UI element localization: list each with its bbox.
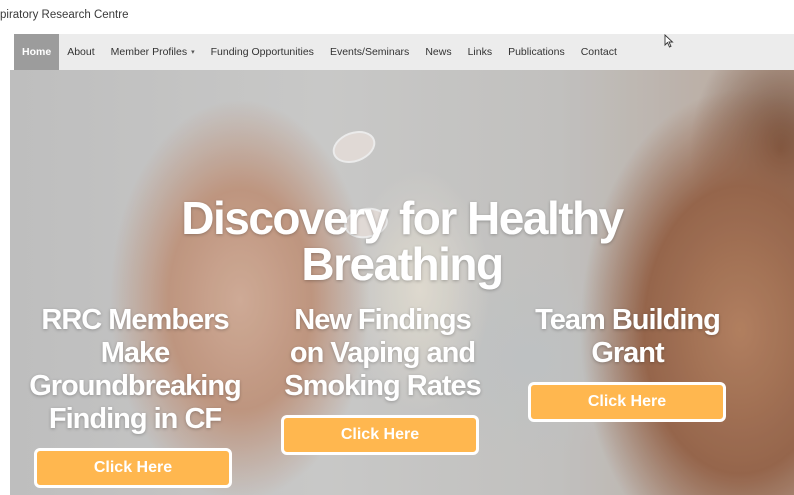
slide-heading-team-building: Team Building Grant	[515, 304, 740, 370]
nav-label: Publications	[508, 46, 565, 58]
mouse-pointer-icon	[664, 34, 674, 48]
nav-item-events-seminars[interactable]: Events/Seminars	[322, 34, 417, 70]
slide-heading-line: Team Building	[535, 304, 721, 336]
nav-label: Links	[467, 46, 493, 58]
nav-label: Home	[22, 46, 52, 58]
caret-down-icon: ▾	[191, 49, 195, 56]
slide-heading-rrc-members: RRC Members Make Groundbreaking Finding …	[10, 304, 260, 436]
nav-label: Funding Opportunities	[210, 46, 314, 58]
slide-heading-line: Finding in CF	[48, 403, 222, 435]
nav-label: Member Profiles	[110, 46, 188, 58]
slide-heading-line: Smoking Rates	[284, 370, 481, 402]
main-nav: Home About Member Profiles ▾ Funding Opp…	[14, 34, 794, 70]
nav-item-home[interactable]: Home	[14, 34, 60, 70]
nav-item-links[interactable]: Links	[460, 34, 501, 70]
slide-heading-line: RRC Members	[41, 304, 229, 336]
nav-item-about[interactable]: About	[59, 34, 102, 70]
slide-heading-line: Grant	[591, 337, 664, 369]
hero-carousel: Discovery for Healthy Breathing RRC Memb…	[10, 70, 794, 495]
nav-label: Events/Seminars	[329, 46, 410, 58]
slide-heading-line: Groundbreaking	[29, 370, 242, 402]
nav-label: About	[67, 46, 95, 58]
nav-item-contact[interactable]: Contact	[573, 34, 625, 70]
nav-item-funding-opportunities[interactable]: Funding Opportunities	[203, 34, 322, 70]
nav-item-member-profiles[interactable]: Member Profiles ▾	[103, 34, 203, 70]
nav-item-news[interactable]: News	[417, 34, 459, 70]
hero-headline-line: Breathing	[301, 238, 504, 290]
slide-heading-line: on Vaping and	[289, 337, 476, 369]
nav-label: News	[425, 46, 452, 58]
click-here-button-vaping[interactable]: Click Here	[281, 415, 479, 455]
click-here-button-cf[interactable]: Click Here	[34, 448, 232, 488]
slide-heading-vaping: New Findings on Vaping and Smoking Rates	[265, 304, 500, 403]
site-title[interactable]: piratory Research Centre	[0, 9, 128, 21]
hero-headline: Discovery for Healthy Breathing	[10, 195, 794, 287]
nav-item-publications[interactable]: Publications	[500, 34, 573, 70]
slide-heading-line: New Findings	[294, 304, 471, 336]
slide-heading-line: Make	[100, 337, 171, 369]
click-here-button-team-building[interactable]: Click Here	[528, 382, 726, 422]
nav-label: Contact	[580, 46, 617, 58]
hero-headline-line: Discovery for Healthy	[181, 192, 624, 244]
